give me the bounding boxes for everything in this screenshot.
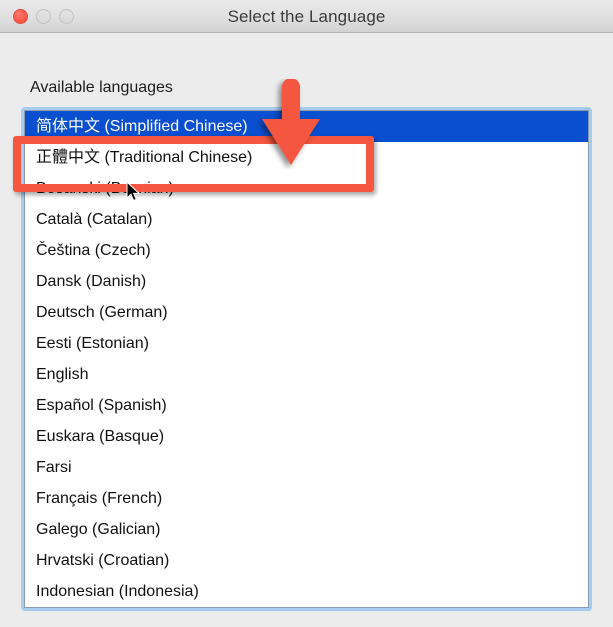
window-title: Select the Language [227,7,386,26]
language-list-item[interactable]: Čeština (Czech) [25,235,588,266]
language-list-item[interactable]: Dansk (Danish) [25,266,588,297]
language-list-item[interactable]: Eesti (Estonian) [25,328,588,359]
language-list-item[interactable]: Français (French) [25,483,588,514]
language-list-item[interactable]: Español (Spanish) [25,390,588,421]
select-language-window: Select the Language Available languages … [0,0,613,627]
dialog-content: Available languages 简体中文 (Simplified Chi… [0,33,613,627]
language-list-focus-ring: 简体中文 (Simplified Chinese) 正體中文 (Tradition… [21,107,592,611]
available-languages-label: Available languages [30,79,173,96]
language-list-item[interactable]: Bosanski (Bosnian) [25,173,588,204]
language-list[interactable]: 简体中文 (Simplified Chinese) 正體中文 (Tradition… [24,110,589,608]
window-titlebar: Select the Language [0,0,613,33]
language-list-item[interactable]: Deutsch (German) [25,297,588,328]
language-list-item[interactable]: Euskara (Basque) [25,421,588,452]
language-list-item[interactable]: Català (Catalan) [25,204,588,235]
language-list-item[interactable]: 正體中文 (Traditional Chinese) [25,142,588,173]
language-list-item[interactable]: Indonesian (Indonesia) [25,576,588,607]
language-list-item[interactable]: Farsi [25,452,588,483]
language-list-item[interactable]: 简体中文 (Simplified Chinese) [25,111,588,142]
language-list-item[interactable]: Galego (Galician) [25,514,588,545]
language-list-item[interactable]: Hrvatski (Croatian) [25,545,588,576]
language-list-item[interactable]: English [25,359,588,390]
